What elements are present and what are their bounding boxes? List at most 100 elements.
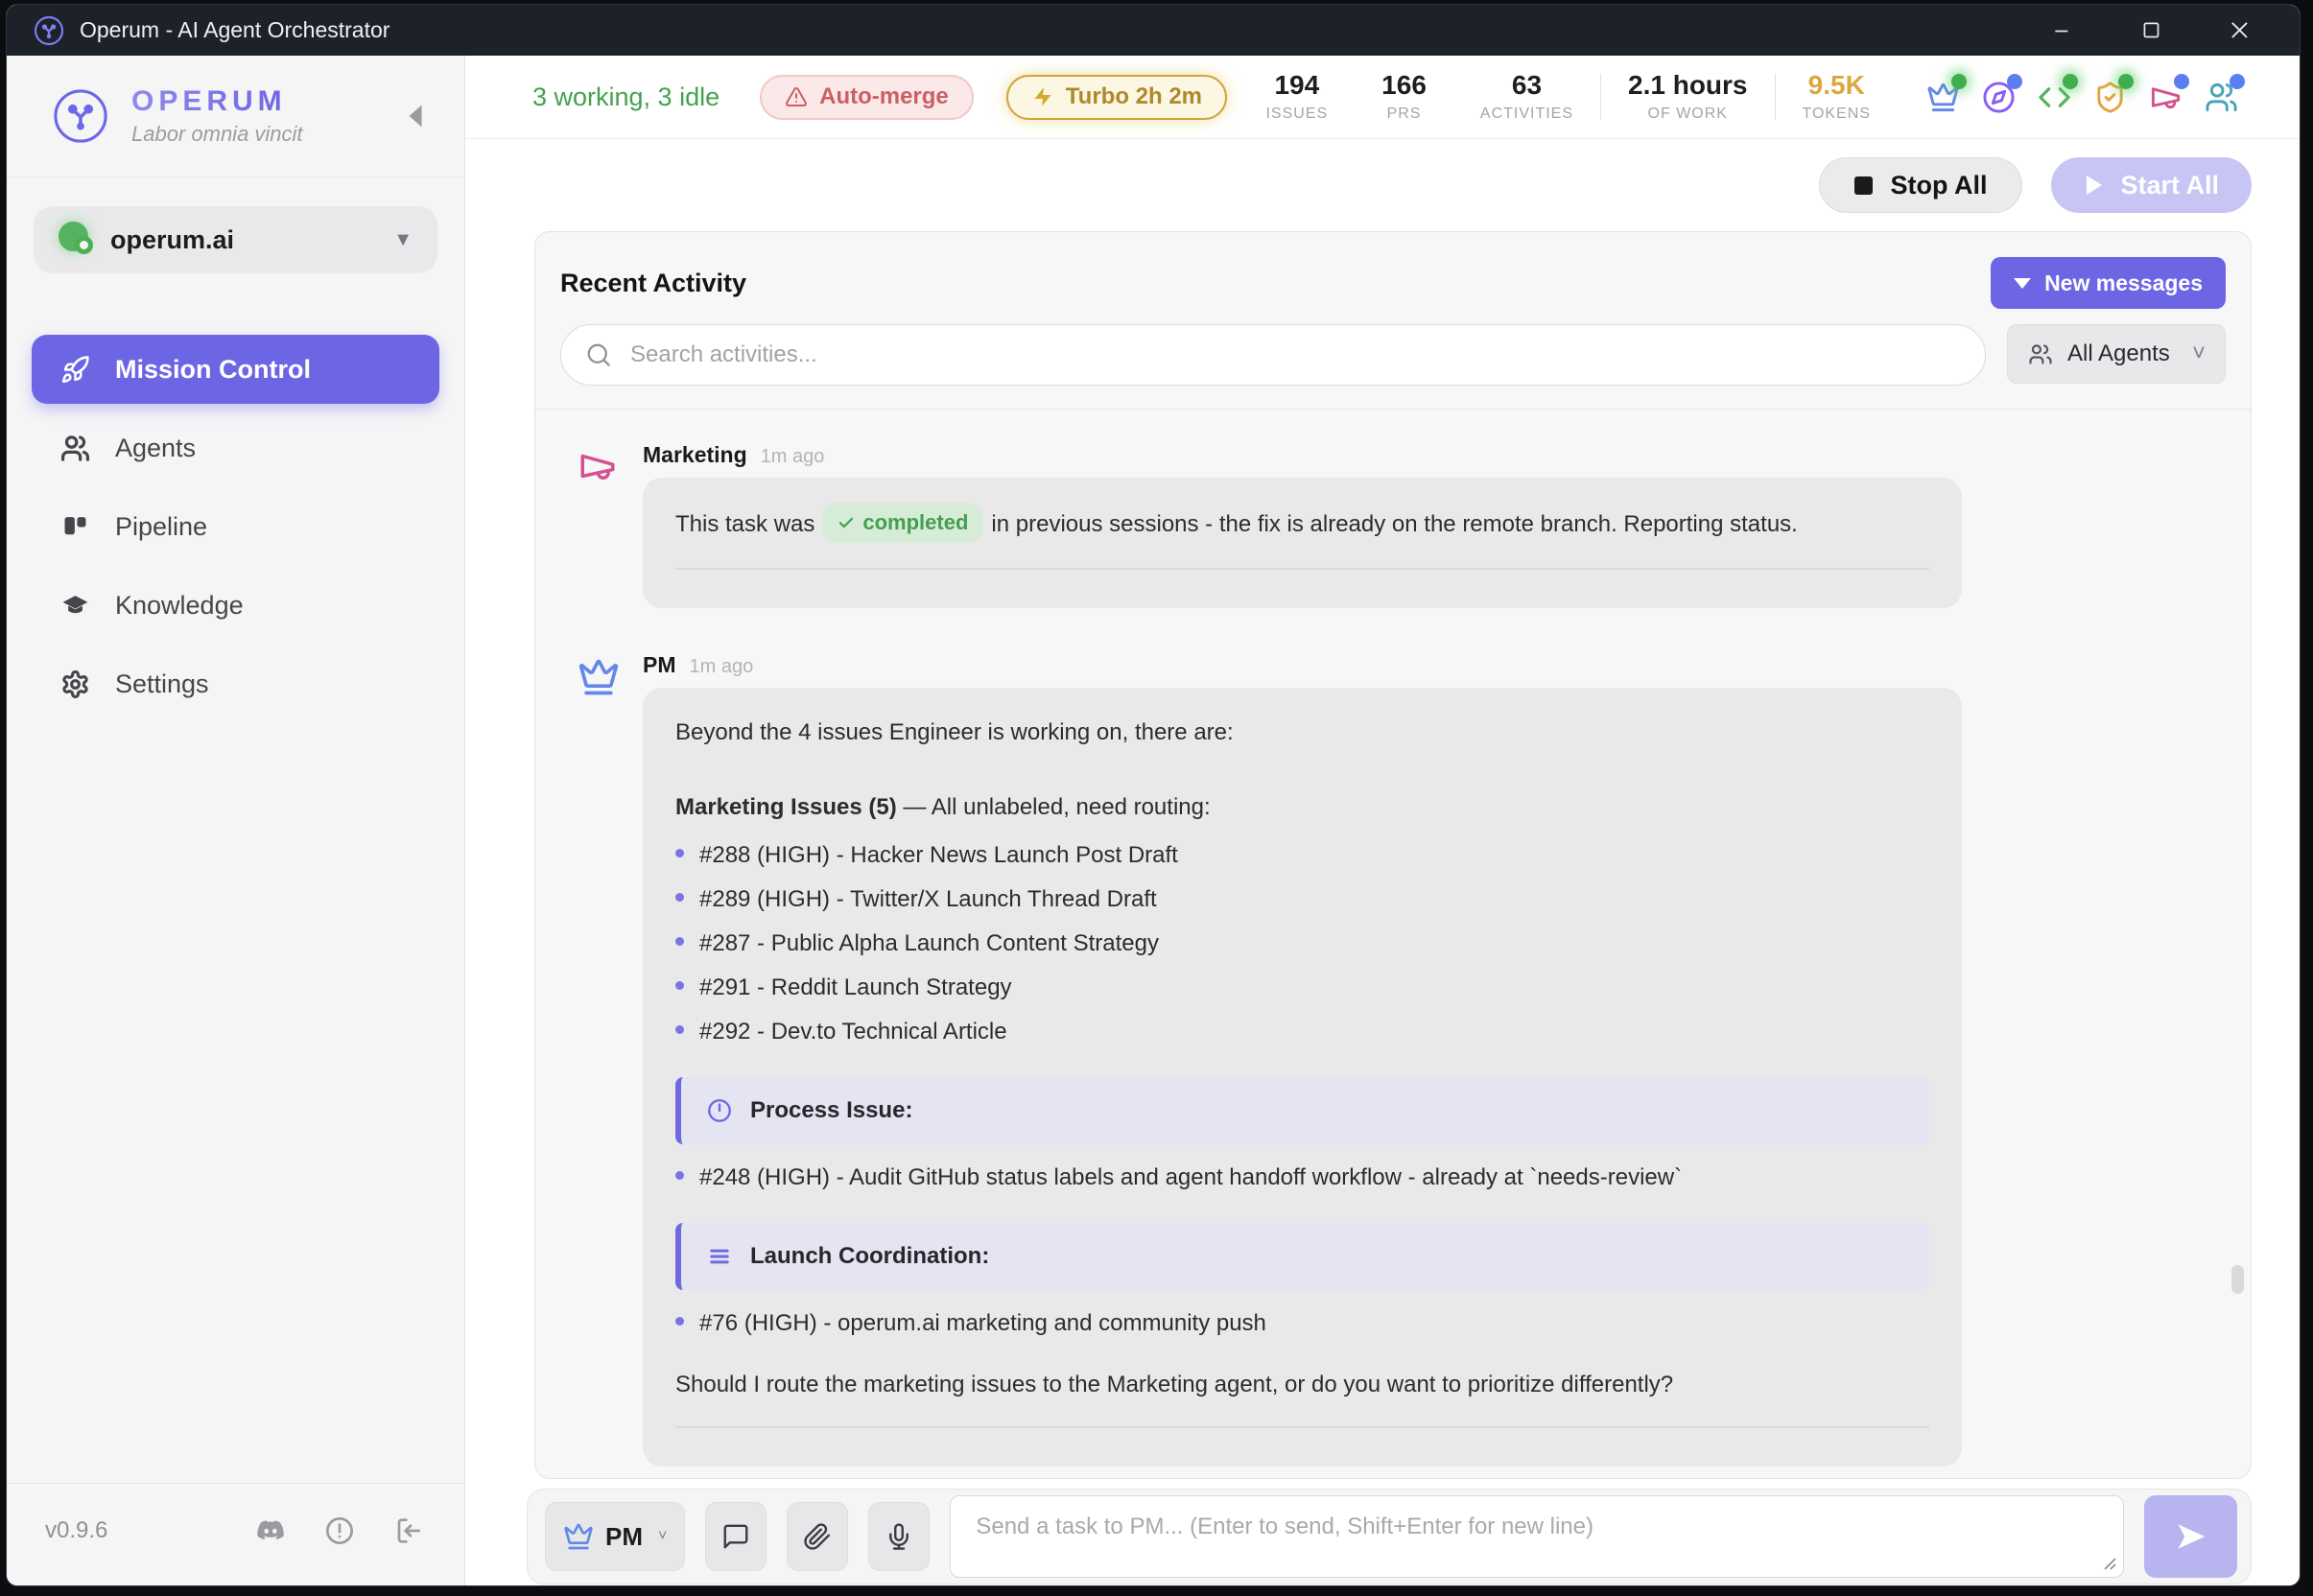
workspace-selector[interactable]: operum.ai ▼ [34,206,437,273]
close-button[interactable] [2209,10,2271,52]
stat-prs: 166 PRS [1355,71,1453,123]
users-icon [60,434,90,463]
bullet-dot [675,1025,684,1034]
topbar: 3 working, 3 idle Auto-merge Turbo 2h 2m… [465,56,2300,139]
turbo-badge[interactable]: Turbo 2h 2m [1006,75,1227,120]
discord-icon[interactable] [255,1515,286,1546]
play-icon [2084,174,2105,197]
arrow-down-icon [2014,278,2031,289]
compass-icon[interactable] [1982,81,2016,114]
stop-all-button[interactable]: Stop All [1819,157,2022,213]
message-text: Should I route the marketing issues to t… [675,1369,1929,1401]
agent-filter-dropdown[interactable]: All Agents ˅ [2007,324,2226,384]
new-messages-button[interactable]: New messages [1991,257,2226,309]
attach-button[interactable] [787,1502,848,1571]
agent-name: Marketing [643,442,747,468]
stat-issues: 194 ISSUES [1239,71,1355,123]
brand-tagline: Labor omnia vincit [131,122,303,147]
agent-status-strip [1926,81,2238,114]
sidebar-footer: v0.9.6 [7,1483,464,1586]
crown-icon[interactable] [1926,81,1960,114]
window-title: Operum - AI Agent Orchestrator [80,17,389,43]
alert-circle-icon[interactable] [324,1515,355,1546]
sidebar-item-pipeline[interactable]: Pipeline [32,492,439,561]
app-window: Operum - AI Agent Orchestrator [6,4,2301,1586]
shield-check-icon[interactable] [2093,81,2127,114]
logout-icon[interactable] [393,1515,424,1546]
agent-target-label: PM [605,1522,643,1552]
message-section-title: Marketing Issues (5) — All unlabeled, ne… [675,791,1929,824]
resize-handle[interactable] [2102,1556,2117,1571]
callout-title: Launch Coordination: [750,1240,989,1273]
message-text: This task was [675,511,814,537]
stat-activities: 63 ACTIVITIES [1453,71,1600,123]
send-button[interactable] [2144,1495,2237,1578]
status-dot-working [2063,74,2078,89]
sidebar: OPERUM Labor omnia vincit operum.ai ▼ [7,56,465,1586]
stats-strip: 194 ISSUES 166 PRS 63 ACTIVITIES 2.1 hou… [1239,71,1898,123]
chevron-down-icon: ˅ [658,1528,667,1545]
list-icon [706,1243,733,1270]
sidebar-item-agents[interactable]: Agents [32,413,439,482]
issue-list: #288 (HIGH) - Hacker News Launch Post Dr… [675,839,1929,1060]
maximize-button[interactable] [2121,10,2183,52]
scrollbar-thumb[interactable] [2231,1265,2244,1294]
issue-bullet: #248 (HIGH) - Audit GitHub status labels… [675,1162,1929,1206]
message-bubble: Beyond the 4 issues Engineer is working … [643,688,1962,1467]
users-icon[interactable] [2205,81,2238,114]
message-text: in previous sessions - the fix is alread… [991,511,1797,537]
bullet-dot [675,1171,684,1180]
status-dot-idle [2230,74,2245,89]
sidebar-collapse-button[interactable] [399,98,432,134]
sidebar-item-label: Agents [115,434,196,463]
status-dot-working [1951,74,1967,89]
start-all-button[interactable]: Start All [2051,157,2252,213]
stop-icon [1854,176,1873,195]
issue-bullet: #287 - Public Alpha Launch Content Strat… [675,927,1929,972]
sidebar-item-knowledge[interactable]: Knowledge [32,571,439,640]
graduation-cap-icon [60,591,90,621]
status-dot-working [2118,74,2134,89]
task-input[interactable] [951,1496,2123,1577]
bullet-dot [675,893,684,902]
status-dot-idle [2174,74,2189,89]
issue-bullet: #291 - Reddit Launch Strategy [675,972,1929,1016]
minimize-button[interactable] [2033,10,2094,52]
timestamp: 1m ago [690,656,754,678]
automerge-badge[interactable]: Auto-merge [760,75,974,120]
bullet-dot [675,937,684,946]
activity-feed: Marketing 1m ago This task was completed i… [535,410,2251,1478]
search-input[interactable] [628,340,1962,369]
mic-icon [885,1522,913,1551]
agent-target-dropdown[interactable]: PM ˅ [545,1502,685,1571]
microphone-button[interactable] [868,1502,930,1571]
kanban-icon [60,512,90,542]
agents-status-text: 3 working, 3 idle [532,82,720,112]
sidebar-item-label: Mission Control [115,355,311,385]
comment-button[interactable] [705,1502,767,1571]
task-input-wrap [950,1495,2124,1578]
window-controls [2033,10,2271,52]
sidebar-nav: Mission Control Agents Pipeline [7,335,464,728]
megaphone-icon [578,442,622,608]
send-icon [2174,1519,2208,1554]
warning-triangle-icon [785,85,808,108]
sidebar-item-settings[interactable]: Settings [32,649,439,718]
timestamp: 1m ago [761,446,825,468]
bullet-dot [675,849,684,857]
recent-activity-panel: Recent Activity New messages All Agents [534,231,2252,1479]
workspace-name: operum.ai [110,225,234,255]
sidebar-item-mission-control[interactable]: Mission Control [32,335,439,404]
status-dot-idle [2007,74,2022,89]
composer-bar: PM ˅ [527,1489,2252,1584]
issue-bullet: #76 (HIGH) - operum.ai marketing and com… [675,1307,1929,1351]
launch-coordination-callout: Launch Coordination: [675,1223,1929,1290]
megaphone-icon[interactable] [2149,81,2183,114]
sidebar-item-label: Settings [115,669,209,699]
agent-filter-label: All Agents [2067,340,2170,367]
search-icon [584,340,613,369]
activity-search [560,324,1986,386]
completed-badge: completed [822,503,983,543]
activity-item-marketing: Marketing 1m ago This task was completed i… [578,442,2222,608]
code-icon[interactable] [2038,81,2071,114]
